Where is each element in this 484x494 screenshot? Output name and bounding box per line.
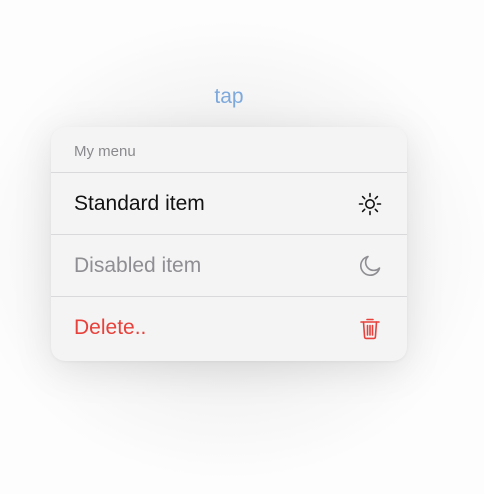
menu-item-label: Disabled item: [74, 253, 202, 277]
menu-item-label: Standard item: [74, 191, 205, 215]
tap-button[interactable]: tap: [0, 82, 458, 112]
menu-item-delete[interactable]: Delete..: [51, 297, 407, 359]
menu-item-disabled: Disabled item: [51, 235, 407, 297]
context-menu: My menu Standard item Disabled item Dele…: [51, 127, 407, 361]
trash-icon: [357, 315, 383, 341]
moon-icon: [357, 253, 383, 279]
menu-title: My menu: [51, 127, 407, 173]
menu-item-standard[interactable]: Standard item: [51, 173, 407, 235]
menu-item-label: Delete..: [74, 316, 147, 339]
sun-icon: [357, 191, 383, 217]
